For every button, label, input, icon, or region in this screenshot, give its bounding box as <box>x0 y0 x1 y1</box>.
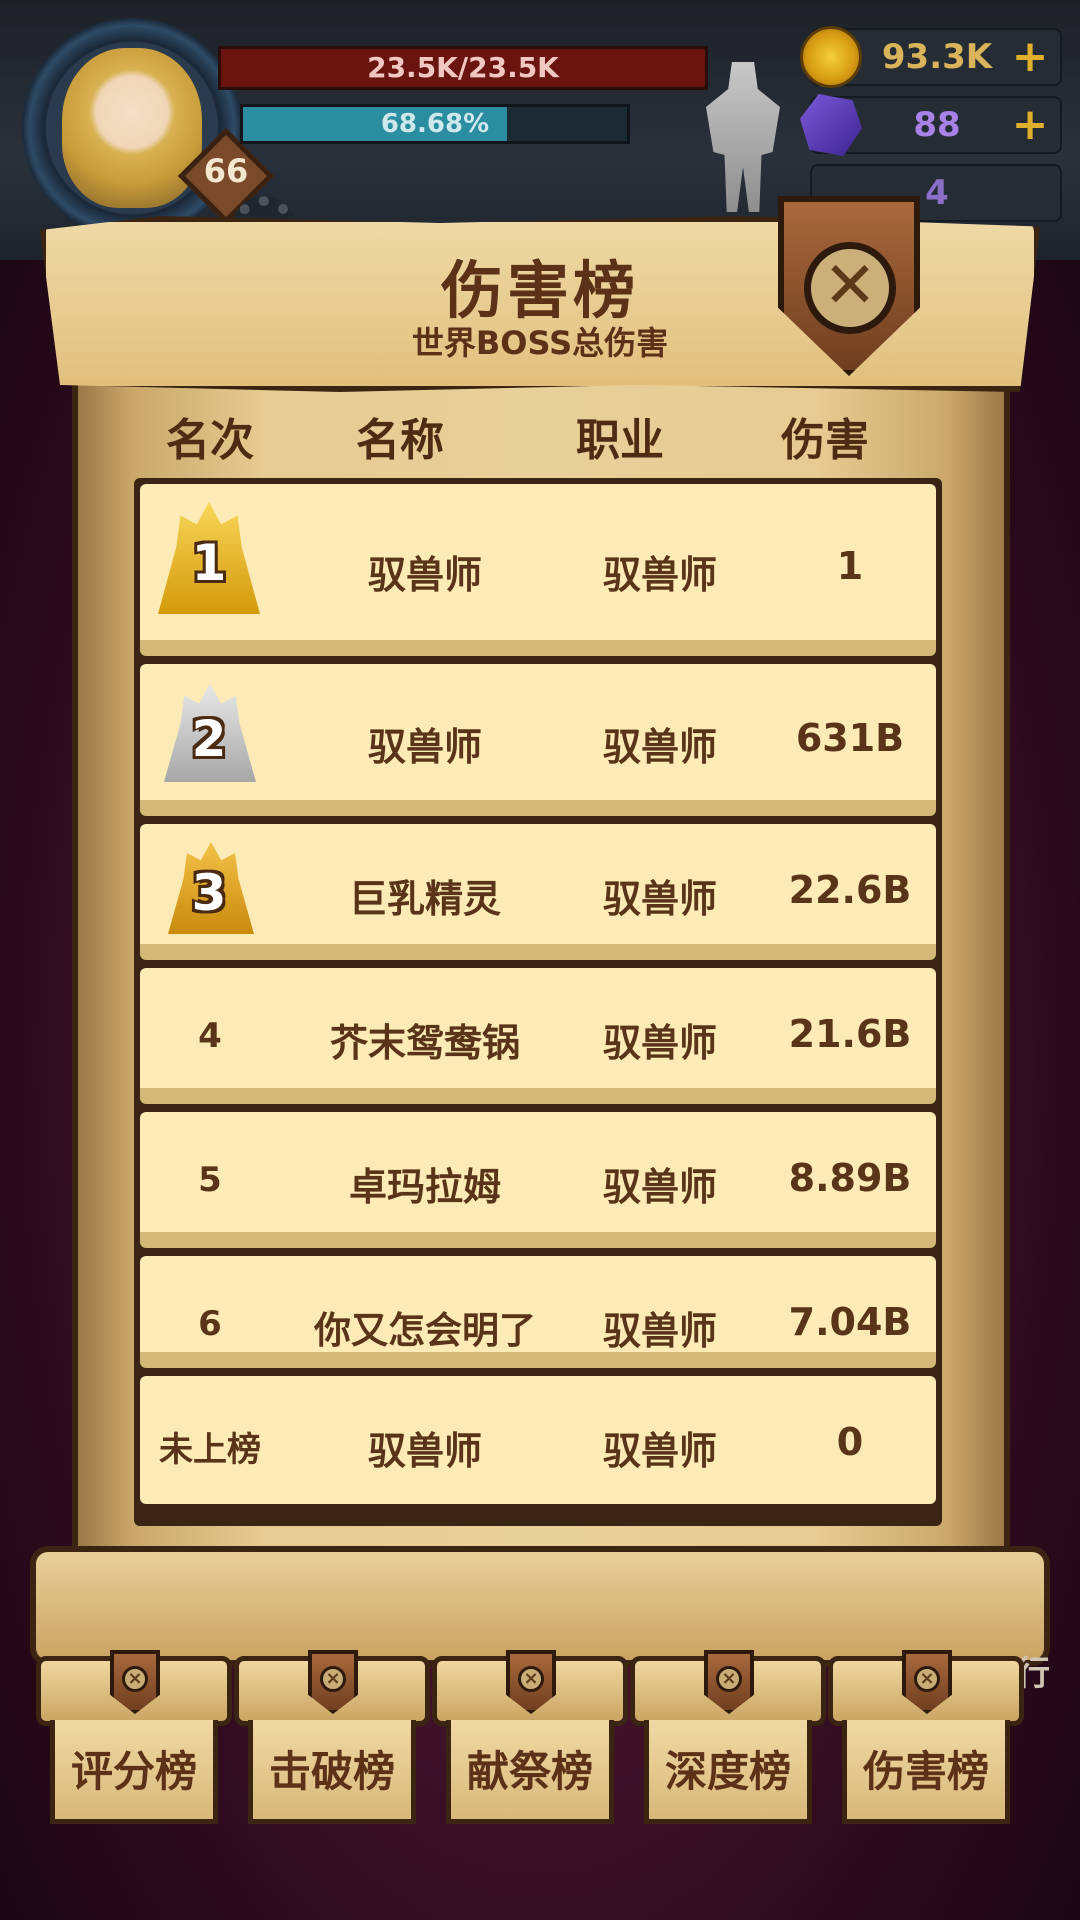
tab-defeat[interactable]: × 击破榜 <box>234 1650 430 1834</box>
player-damage: 631B <box>795 716 905 760</box>
page-subtitle: 世界BOSS总伤害 <box>411 324 669 362</box>
leaderboard-row[interactable]: 3 巨乳精灵 驭兽师 22.6B <box>140 824 936 960</box>
leaderboard-row[interactable]: 2 驭兽师 驭兽师 631B <box>140 664 936 816</box>
rank-number: 6 <box>198 1304 222 1344</box>
xp-bar: 68.68% <box>240 104 630 144</box>
my-class: 驭兽师 <box>602 1429 717 1473</box>
leaderboard-row[interactable]: 6 你又怎会明了 驭兽师 7.04B <box>140 1256 936 1368</box>
my-name: 驭兽师 <box>367 1429 482 1473</box>
player-damage: 21.6B <box>788 1012 912 1056</box>
pin-x-icon: × <box>518 1666 544 1692</box>
leaderboard-panel-footer <box>30 1546 1050 1666</box>
player-name: 你又怎会明了 <box>314 1309 536 1352</box>
leaderboard-row[interactable]: 4 芥末鸳鸯锅 驭兽师 21.6B <box>140 968 936 1104</box>
rank-number: 3 <box>191 864 227 922</box>
hp-text: 23.5K/23.5K <box>367 51 559 84</box>
player-name: 驭兽师 <box>367 553 482 597</box>
my-rank-row: 未上榜 驭兽师 驭兽师 0 <box>140 1376 936 1504</box>
add-gem-button[interactable]: + <box>1008 98 1052 152</box>
player-class: 驭兽师 <box>602 1021 717 1065</box>
player-name: 驭兽师 <box>367 725 482 769</box>
column-header-class: 职业 <box>576 415 664 466</box>
level-value: 66 <box>203 152 249 190</box>
tab-rating[interactable]: × 评分榜 <box>36 1650 232 1834</box>
gold-value: 93.3K <box>881 37 993 77</box>
tab-label: 击破榜 <box>268 1747 395 1796</box>
player-class: 驭兽师 <box>602 1309 717 1353</box>
tab-sacrifice[interactable]: × 献祭榜 <box>432 1650 628 1834</box>
rank-number: 5 <box>198 1160 222 1200</box>
player-name: 卓玛拉姆 <box>348 1165 501 1209</box>
gem-value: 88 <box>913 105 961 145</box>
leaderboard-row[interactable]: 5 卓玛拉姆 驭兽师 8.89B <box>140 1112 936 1248</box>
tab-label: 深度榜 <box>664 1747 791 1796</box>
elf-portrait <box>62 48 202 208</box>
purple-gem-icon <box>800 94 862 156</box>
column-header-damage: 伤害 <box>781 415 869 466</box>
tab-label: 伤害榜 <box>862 1747 989 1796</box>
player-name: 芥末鸳鸯锅 <box>329 1021 520 1065</box>
tab-damage[interactable]: × 伤害榜 <box>828 1650 1024 1834</box>
player-damage: 8.89B <box>788 1156 912 1200</box>
pin-x-icon: × <box>716 1666 742 1692</box>
add-gold-button[interactable]: + <box>1008 30 1052 84</box>
player-class: 驭兽师 <box>602 877 717 921</box>
tab-label: 献祭榜 <box>466 1747 593 1796</box>
my-rank: 未上榜 <box>159 1430 261 1470</box>
xp-text: 68.68% <box>380 109 490 139</box>
hp-bar: 23.5K/23.5K <box>218 46 708 90</box>
pin-x-icon: × <box>320 1666 346 1692</box>
player-damage: 1 <box>836 544 864 588</box>
tab-depth[interactable]: × 深度榜 <box>630 1650 826 1834</box>
rank-number: 4 <box>198 1016 222 1056</box>
pin-x-icon: × <box>122 1666 148 1692</box>
player-name: 巨乳精灵 <box>348 877 501 921</box>
column-header-name: 名称 <box>356 415 444 466</box>
leaderboard-row[interactable]: 1 驭兽师 驭兽师 1 <box>140 484 936 656</box>
armor-knight-icon[interactable] <box>706 62 780 212</box>
player-damage: 22.6B <box>788 868 912 912</box>
page-title: 伤害榜 <box>440 254 639 327</box>
gold-coin-icon <box>800 26 862 88</box>
player-class: 驭兽师 <box>602 1165 717 1209</box>
pin-x-icon: × <box>914 1666 940 1692</box>
gold-counter: 93.3K + <box>800 26 1062 88</box>
leaderboard-list[interactable]: 1 驭兽师 驭兽师 1 2 驭兽师 驭兽师 631B 3 巨乳精灵 驭兽师 22… <box>134 478 942 1526</box>
player-class: 驭兽师 <box>602 725 717 769</box>
player-damage: 7.04B <box>788 1300 912 1344</box>
tab-label: 评分榜 <box>70 1747 197 1796</box>
close-button[interactable]: ✕ <box>804 242 896 334</box>
column-header-rank: 名次 <box>166 415 254 466</box>
my-damage: 0 <box>836 1420 864 1464</box>
player-class: 驭兽师 <box>602 553 717 597</box>
gem-counter: 88 + <box>800 94 1062 156</box>
rank-number: 1 <box>191 534 227 592</box>
rank-number: 2 <box>191 710 227 768</box>
